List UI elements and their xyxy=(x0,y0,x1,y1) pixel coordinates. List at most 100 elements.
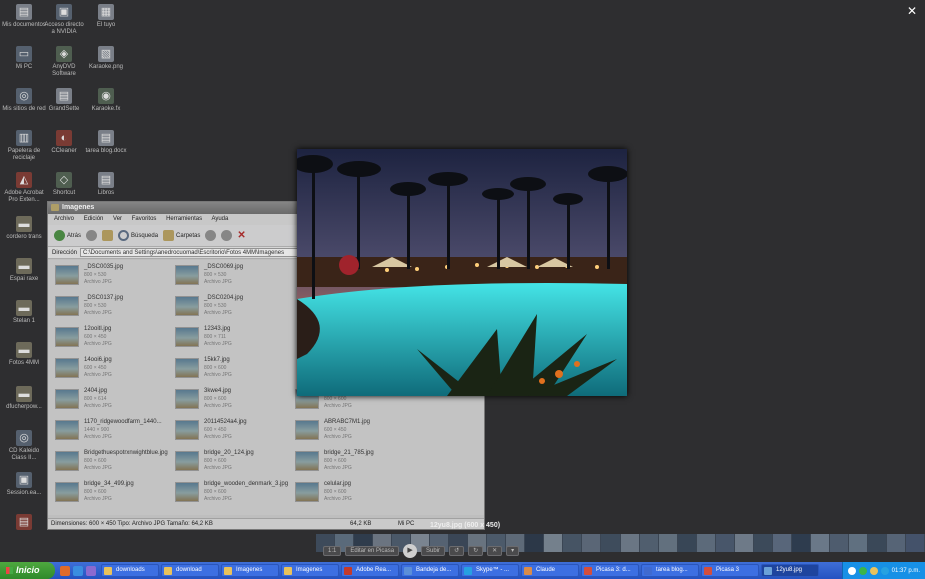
filmstrip-thumbnail[interactable] xyxy=(886,534,906,552)
file-item[interactable]: celular.jpg 800 × 600 Archivo JPG xyxy=(292,479,412,507)
network-icon[interactable] xyxy=(847,566,856,575)
skype-tray-icon[interactable] xyxy=(880,566,889,575)
zoom-actual-size-button[interactable]: 1:1 xyxy=(323,545,342,556)
taskbar-button[interactable]: Imagenes xyxy=(221,564,279,577)
file-item[interactable]: bridge_wooden_denmark_3.jpg 800 × 600 Arch… xyxy=(172,479,292,507)
menu-herramientas[interactable]: Herramientas xyxy=(166,216,202,222)
forward-button[interactable] xyxy=(86,230,98,241)
filmstrip-thumbnail[interactable] xyxy=(905,534,925,552)
delete-photo-button[interactable]: ✕ xyxy=(487,545,503,556)
file-item[interactable]: bridge_34_499.jpg 800 × 600 Archivo JPG xyxy=(52,479,172,507)
filmstrip-thumbnail[interactable] xyxy=(677,534,697,552)
file-item[interactable]: _DSC0069.jpg 800 × 530 Archivo JPG xyxy=(172,262,292,290)
desktop-icon[interactable]: ▤ GrandSette xyxy=(42,88,86,113)
menu-ayuda[interactable]: Ayuda xyxy=(211,216,228,222)
desktop-icon[interactable]: ▬ Stelan 1 xyxy=(2,300,46,325)
taskbar-button[interactable]: download xyxy=(161,564,219,577)
taskbar-button[interactable]: tarea blog... xyxy=(641,564,699,577)
copy-to-button[interactable] xyxy=(221,230,233,241)
desktop-icon[interactable]: ◈ AnyDVD Software xyxy=(42,46,86,78)
desktop-icon[interactable]: ◎ Mis sitios de red xyxy=(2,88,46,113)
taskbar-button[interactable]: Skype™ - ... xyxy=(461,564,519,577)
file-item[interactable]: 15kk7.jpg 800 × 600 Archivo JPG xyxy=(172,355,292,383)
desktop-icon[interactable]: ◇ Shortcut xyxy=(42,172,86,197)
file-item[interactable]: _DSC0137.jpg 800 × 530 Archivo JPG xyxy=(52,293,172,321)
file-item[interactable]: ABRABC7M1.jpg 600 × 450 Archivo JPG xyxy=(292,417,412,445)
antivirus-icon[interactable] xyxy=(858,566,867,575)
file-item[interactable]: 12ooitl.jpg 600 × 450 Archivo JPG xyxy=(52,324,172,352)
desktop-icon[interactable]: ◐ CCleaner xyxy=(42,130,86,155)
file-item[interactable]: Bridgethuespotrxnwightblue.jpg 800 × 600 A… xyxy=(52,448,172,476)
desktop-icon[interactable]: ▬ cordero trans xyxy=(2,216,46,241)
filmstrip-thumbnail[interactable] xyxy=(658,534,678,552)
desktop-icon[interactable]: ▤ Libros xyxy=(84,172,128,197)
taskbar-button[interactable]: Adobe Rea... xyxy=(341,564,399,577)
file-item[interactable]: 1170_ridgewoodfarm_1440... 1440 × 900 Arch… xyxy=(52,417,172,445)
taskbar-button[interactable]: Imagenes xyxy=(281,564,339,577)
desktop-icon[interactable]: ▬ dfucherpow... xyxy=(2,386,46,411)
file-item[interactable]: 2404.jpg 800 × 614 Archivo JPG xyxy=(52,386,172,414)
filmstrip-thumbnail[interactable] xyxy=(563,534,583,552)
desktop-icon[interactable]: ▦ El tuyo xyxy=(84,4,128,29)
desktop-icon[interactable]: ▣ Acceso directo a NVIDIA xyxy=(42,4,86,36)
filmstrip-thumbnail[interactable] xyxy=(791,534,811,552)
up-folder-button[interactable] xyxy=(102,230,114,241)
menu-favoritos[interactable]: Favoritos xyxy=(132,216,157,222)
desktop-icon[interactable]: ◉ Karaoke.fx xyxy=(84,88,128,113)
file-item[interactable]: bridge_20_124.jpg 800 × 600 Archivo JPG xyxy=(172,448,292,476)
taskbar-button[interactable]: Picasa 3: d... xyxy=(581,564,639,577)
filmstrip-thumbnail[interactable] xyxy=(696,534,716,552)
play-slideshow-button[interactable]: ▶ xyxy=(403,543,418,558)
file-item[interactable]: 12343.jpg 800 × 711 Archivo JPG xyxy=(172,324,292,352)
filmstrip-thumbnail[interactable] xyxy=(525,534,545,552)
close-viewer-button[interactable]: ✕ xyxy=(905,4,919,18)
file-item[interactable]: _DSC0204.jpg 800 × 530 Archivo JPG xyxy=(172,293,292,321)
file-item[interactable]: bridge_21_785.jpg 800 × 600 Archivo JPG xyxy=(292,448,412,476)
filmstrip-thumbnail[interactable] xyxy=(582,534,602,552)
menu-ver[interactable]: Ver xyxy=(113,216,122,222)
taskbar-button[interactable]: Bandeja de... xyxy=(401,564,459,577)
desktop-icon[interactable]: ▬ Fotos 4MM xyxy=(2,342,46,367)
menu-archivo[interactable]: Archivo xyxy=(54,216,74,222)
desktop-icon[interactable]: ▤ xyxy=(2,514,46,532)
filmstrip-thumbnail[interactable] xyxy=(544,534,564,552)
move-to-button[interactable] xyxy=(205,230,217,241)
edit-in-picasa-button[interactable]: Editar en Picasa xyxy=(345,545,400,556)
back-button[interactable]: Atrás xyxy=(54,230,81,241)
taskbar-button[interactable]: 12yu8.jpg xyxy=(761,564,819,577)
filmstrip-thumbnail[interactable] xyxy=(867,534,887,552)
folders-button[interactable]: Carpetas xyxy=(163,230,200,241)
desktop-icon[interactable]: ▧ Karaoke.png xyxy=(84,46,128,71)
desktop-icon[interactable]: ▤ Mis documentos xyxy=(2,4,46,29)
file-item[interactable]: 14ooi6.jpg 600 × 450 Archivo JPG xyxy=(52,355,172,383)
desktop-icon[interactable]: ◭ Adobe Acrobat Pro Exten... xyxy=(2,172,46,204)
more-options-button[interactable]: ▾ xyxy=(506,545,520,556)
desktop-icon[interactable]: ▤ tarea blog.docx xyxy=(84,130,128,155)
search-button[interactable]: Búsqueda xyxy=(118,230,158,241)
start-button[interactable]: Inicio xyxy=(0,562,55,579)
filmstrip-thumbnail[interactable] xyxy=(620,534,640,552)
desktop-icon[interactable]: ▭ Mi PC xyxy=(2,46,46,71)
upload-button[interactable]: Subir xyxy=(421,545,446,556)
desktop-icon[interactable]: ◎ CD Kaleido Ciass II... xyxy=(2,430,46,462)
menu-edicion[interactable]: Edición xyxy=(84,216,104,222)
rotate-left-button[interactable]: ↺ xyxy=(449,545,465,556)
taskbar-button[interactable]: downloads xyxy=(101,564,159,577)
volume-icon[interactable] xyxy=(869,566,878,575)
desktop-icon[interactable]: ▬ Espai raxe xyxy=(2,258,46,283)
taskbar-button[interactable]: Claude xyxy=(521,564,579,577)
filmstrip-thumbnail[interactable] xyxy=(848,534,868,552)
delete-icon[interactable]: ✕ xyxy=(237,230,245,241)
taskbar-button[interactable]: Picasa 3 xyxy=(701,564,759,577)
filmstrip-thumbnail[interactable] xyxy=(715,534,735,552)
desktop-icon[interactable]: ▣ Session.ea... xyxy=(2,472,46,497)
photo-preview[interactable] xyxy=(297,149,627,396)
filmstrip-thumbnail[interactable] xyxy=(601,534,621,552)
file-item[interactable]: 3kwe4.jpg 800 × 600 Archivo JPG xyxy=(172,386,292,414)
ie-icon[interactable] xyxy=(73,565,83,576)
desktop-icon[interactable]: ▥ Papelera de reciclaje xyxy=(2,130,46,162)
file-item[interactable]: _DSC0035.jpg 800 × 530 Archivo JPG xyxy=(52,262,172,290)
media-player-icon[interactable] xyxy=(86,565,96,576)
file-item[interactable]: 20114524a4.jpg 600 × 450 Archivo JPG xyxy=(172,417,292,445)
filmstrip-thumbnail[interactable] xyxy=(772,534,792,552)
